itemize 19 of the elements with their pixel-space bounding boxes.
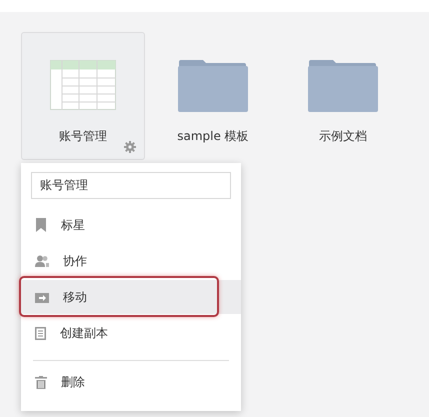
menu-item[interactable]: 创建副本	[21, 316, 241, 350]
file-tile[interactable]: 账号管理	[21, 32, 145, 160]
file-name: 账号管理	[59, 128, 107, 145]
menu-item[interactable]: 协作	[21, 244, 241, 278]
file-name: 示例文档	[319, 128, 367, 145]
menu-item[interactable]: 标星	[21, 208, 241, 242]
move-icon	[35, 292, 49, 302]
trash-icon	[35, 376, 47, 388]
people-icon	[35, 255, 49, 267]
menu-item[interactable]: 删除	[21, 365, 241, 399]
copy-icon	[35, 326, 46, 340]
settings-icon[interactable]	[124, 140, 136, 153]
menu-item[interactable]: 移动	[21, 280, 241, 314]
spreadsheet-icon	[50, 60, 116, 110]
rename-field[interactable]: 账号管理	[31, 172, 231, 199]
folder-icon	[308, 58, 378, 112]
bookmark-icon	[35, 218, 47, 232]
folder-icon	[178, 58, 248, 112]
file-name: sample 模板	[177, 128, 249, 145]
